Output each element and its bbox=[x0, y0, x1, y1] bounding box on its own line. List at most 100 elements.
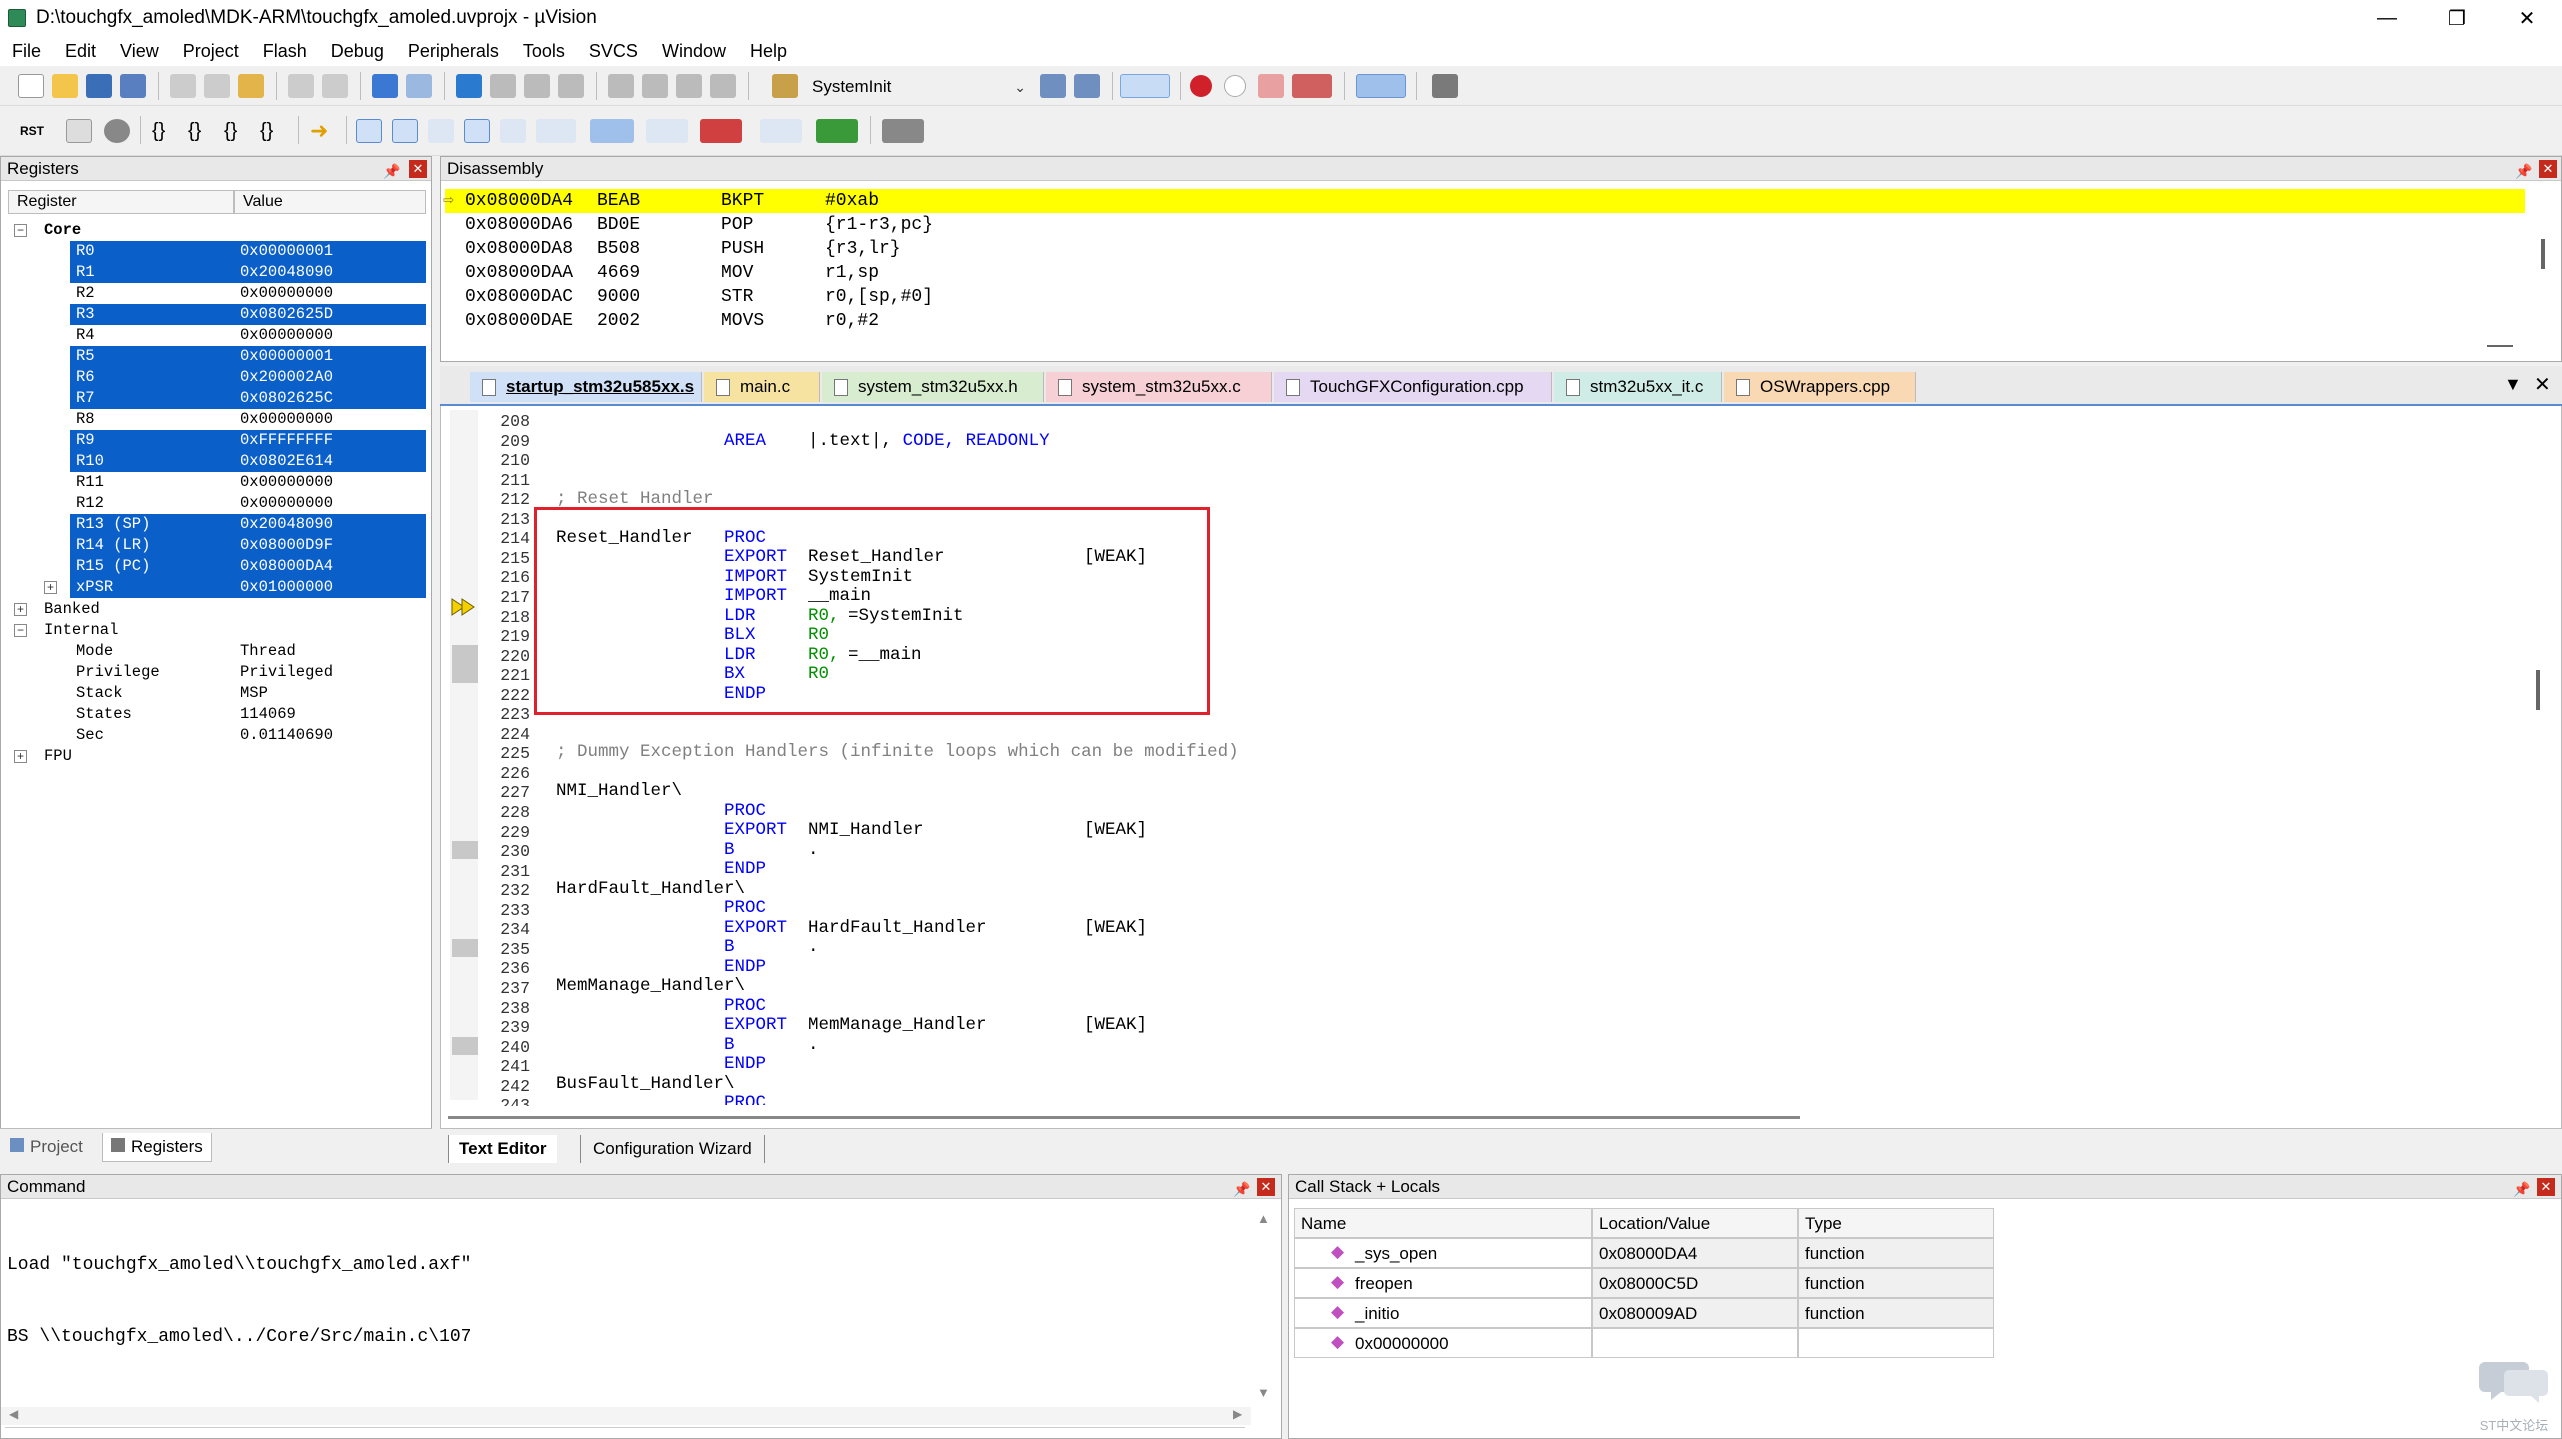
code-line-236[interactable]: ENDP bbox=[724, 957, 766, 977]
tab-list-chevron-icon[interactable]: ▼ bbox=[2504, 374, 2522, 395]
type-col-header[interactable]: Type bbox=[1798, 1208, 1994, 1238]
fpu-group-label[interactable]: FPU bbox=[44, 746, 72, 767]
scroll-left-icon[interactable]: ◀ bbox=[9, 1407, 18, 1421]
close-button[interactable]: ✕ bbox=[2492, 0, 2562, 36]
code-line-219[interactable]: BLX R0 bbox=[724, 625, 829, 645]
step-over-icon[interactable]: {} bbox=[188, 120, 201, 143]
save-all-icon[interactable] bbox=[120, 74, 146, 98]
find-in-files-icon[interactable] bbox=[772, 74, 798, 98]
close-icon[interactable]: ✕ bbox=[1257, 1178, 1275, 1196]
register-row[interactable]: R12 0x00000000 bbox=[70, 493, 426, 514]
nav-back-icon[interactable] bbox=[372, 74, 398, 98]
tab-file[interactable]: main.c bbox=[704, 372, 820, 402]
register-row[interactable]: R15 (PC) 0x08000DA4 bbox=[70, 556, 426, 577]
menu-project[interactable]: Project bbox=[171, 41, 251, 62]
register-row[interactable]: R3 0x0802625D bbox=[70, 304, 426, 325]
code-line-231[interactable]: ENDP bbox=[724, 859, 766, 879]
pin-icon[interactable]: 📌 bbox=[1233, 1177, 1250, 1201]
code-line-232[interactable]: HardFault_Handler\ bbox=[556, 879, 745, 899]
code-line-209[interactable]: AREA |.text|, CODE, READONLY bbox=[724, 431, 1050, 451]
register-row[interactable]: R5 0x00000001 bbox=[70, 346, 426, 367]
kill-all-breakpoints-icon[interactable] bbox=[1292, 74, 1332, 98]
code-line-239[interactable]: EXPORT MemManage_Handler [WEAK] bbox=[724, 1015, 1147, 1035]
tab-configuration-wizard[interactable]: Configuration Wizard bbox=[580, 1135, 765, 1163]
next-bookmark-icon[interactable] bbox=[524, 74, 550, 98]
menu-debug[interactable]: Debug bbox=[319, 41, 396, 62]
value-col-header[interactable]: Value bbox=[234, 190, 426, 214]
step-into-icon[interactable]: {} bbox=[152, 120, 165, 143]
code-line-230[interactable]: B. bbox=[724, 840, 819, 860]
code-line-229[interactable]: EXPORT NMI_Handler [WEAK] bbox=[724, 820, 1147, 840]
stop-icon[interactable] bbox=[104, 119, 130, 143]
show-next-statement-icon[interactable]: ➜ bbox=[310, 118, 328, 144]
pin-icon[interactable]: 📌 bbox=[2515, 159, 2532, 183]
step-out-icon[interactable]: {} bbox=[224, 120, 237, 143]
new-file-icon[interactable] bbox=[18, 74, 44, 98]
prev-bookmark-icon[interactable] bbox=[490, 74, 516, 98]
analysis-window-icon[interactable] bbox=[700, 119, 742, 143]
internal-group-label[interactable]: Internal bbox=[44, 620, 118, 641]
reset-icon[interactable]: RST bbox=[16, 116, 48, 146]
save-icon[interactable] bbox=[86, 74, 112, 98]
system-viewer-icon[interactable] bbox=[816, 119, 858, 143]
pin-icon[interactable]: 📌 bbox=[2513, 1177, 2530, 1201]
undo-icon[interactable] bbox=[288, 74, 314, 98]
window-layout-icon[interactable] bbox=[1356, 74, 1406, 98]
redo-icon[interactable] bbox=[322, 74, 348, 98]
registers-window-icon[interactable] bbox=[464, 119, 490, 143]
find-icon[interactable] bbox=[1040, 74, 1066, 98]
call-stack-window-icon[interactable] bbox=[500, 119, 526, 143]
close-icon[interactable]: ✕ bbox=[2539, 160, 2557, 178]
instruction-row[interactable]: 0x08000DA8 B508 PUSH {r3,lr} bbox=[445, 237, 2525, 261]
close-tab-icon[interactable]: ✕ bbox=[2534, 372, 2551, 397]
code-line-237[interactable]: MemManage_Handler\ bbox=[556, 976, 745, 996]
tab-file[interactable]: startup_stm32u585xx.s bbox=[470, 372, 702, 402]
register-row[interactable]: R6 0x200002A0 bbox=[70, 367, 426, 388]
code-line-235[interactable]: B. bbox=[724, 937, 819, 957]
register-row[interactable]: R1 0x20048090 bbox=[70, 262, 426, 283]
instruction-row[interactable]: 0x08000DAC 9000 STR r0,[sp,#0] bbox=[445, 285, 2525, 309]
collapse-internal-icon[interactable]: − bbox=[14, 624, 27, 637]
toolbox-icon[interactable] bbox=[882, 119, 924, 143]
menu-file[interactable]: File bbox=[0, 41, 53, 62]
comment-icon[interactable] bbox=[676, 74, 702, 98]
tab-file[interactable]: OSWrappers.cpp bbox=[1724, 372, 1916, 402]
instruction-row[interactable]: 0x08000DAE 2002 MOVS r0,#2 bbox=[445, 309, 2525, 333]
menu-flash[interactable]: Flash bbox=[251, 41, 319, 62]
code-line-215[interactable]: EXPORT Reset_Handler [WEAK] bbox=[724, 547, 1147, 567]
command-input[interactable] bbox=[5, 1427, 1245, 1431]
register-col-header[interactable]: Register bbox=[8, 190, 234, 214]
current-instruction-row[interactable]: ⇨ 0x08000DA4 BEAB BKPT #0xab bbox=[443, 189, 2525, 213]
code-line-212[interactable]: ; Reset Handler bbox=[556, 489, 714, 509]
scroll-down-icon[interactable]: ▼ bbox=[1257, 1385, 1270, 1400]
debug-session-icon[interactable] bbox=[1120, 74, 1170, 98]
nav-forward-icon[interactable] bbox=[406, 74, 432, 98]
code-line-242[interactable]: BusFault_Handler\ bbox=[556, 1074, 735, 1094]
tab-file[interactable]: system_stm32u5xx.c bbox=[1046, 372, 1272, 402]
code-line-214[interactable]: Reset_Handler PROC bbox=[556, 528, 766, 548]
target-combo[interactable]: SystemInit ⌄ bbox=[806, 74, 1030, 100]
tab-file[interactable]: stm32u5xx_it.c bbox=[1554, 372, 1722, 402]
pin-icon[interactable]: 📌 bbox=[383, 159, 400, 183]
internal-row[interactable]: Sec 0.01140690 bbox=[70, 725, 426, 746]
callstack-row[interactable]: ◆ 0x00000000 bbox=[1294, 1328, 1994, 1358]
core-group-label[interactable]: Core bbox=[44, 220, 81, 241]
internal-row[interactable]: Privilege Privileged bbox=[70, 662, 426, 683]
register-row[interactable]: R4 0x00000000 bbox=[70, 325, 426, 346]
tab-file[interactable]: TouchGFXConfiguration.cpp bbox=[1274, 372, 1552, 402]
trace-window-icon[interactable] bbox=[760, 119, 802, 143]
tab-project[interactable]: Project bbox=[10, 1133, 83, 1161]
disable-all-breakpoints-icon[interactable] bbox=[1258, 74, 1284, 98]
register-row[interactable]: R10 0x0802E614 bbox=[70, 451, 426, 472]
symbols-window-icon[interactable] bbox=[428, 119, 454, 143]
code-line-228[interactable]: PROC bbox=[724, 801, 766, 821]
menu-help[interactable]: Help bbox=[738, 41, 799, 62]
register-row[interactable]: R11 0x00000000 bbox=[70, 472, 426, 493]
bookmark-icon[interactable] bbox=[456, 74, 482, 98]
banked-group-label[interactable]: Banked bbox=[44, 599, 100, 620]
menu-edit[interactable]: Edit bbox=[53, 41, 108, 62]
internal-row[interactable]: Stack MSP bbox=[70, 683, 426, 704]
disable-breakpoint-icon[interactable] bbox=[1224, 75, 1246, 97]
editor-vscroll[interactable] bbox=[2536, 670, 2540, 710]
serial-window-icon[interactable] bbox=[646, 119, 688, 143]
